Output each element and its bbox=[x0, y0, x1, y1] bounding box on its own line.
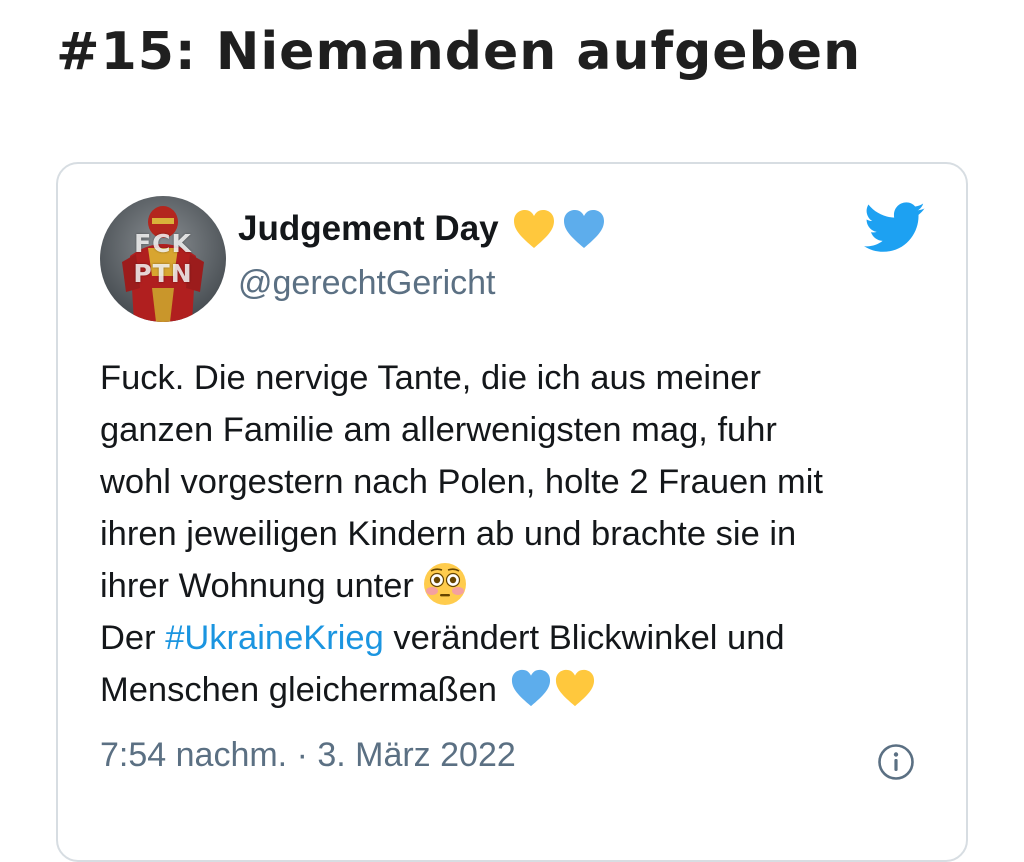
blue-heart-icon bbox=[563, 210, 604, 248]
tweet-text-segment: ihrer Wohnung unter bbox=[100, 567, 414, 605]
tweet-text: Fuck. Die nervige Tante, die ich aus mei… bbox=[100, 352, 950, 716]
tweet-text-segment: Der bbox=[100, 619, 166, 657]
twitter-bird-icon[interactable] bbox=[864, 202, 926, 254]
page-title: #15: Niemanden aufgeben bbox=[56, 22, 862, 82]
tweet-text-line: wohl vorgestern nach Polen, holte 2 Frau… bbox=[100, 463, 823, 501]
blue-heart-icon bbox=[511, 669, 551, 706]
tweet-text-line-with-emoji: ihrer Wohnung unter bbox=[100, 560, 950, 612]
author-handle[interactable]: @gerechtGericht bbox=[238, 264, 496, 303]
tweet-text-segment: verändert Blickwinkel und bbox=[383, 619, 785, 657]
tweet-timestamp[interactable]: 7:54 nachm. · 3. März 2022 bbox=[100, 736, 516, 775]
tweet-text-line: Fuck. Die nervige Tante, die ich aus mei… bbox=[100, 359, 761, 397]
info-icon[interactable] bbox=[876, 742, 916, 782]
avatar-text-line: PTN bbox=[133, 259, 193, 288]
tweet-text-line: ganzen Familie am allerwenigsten mag, fu… bbox=[100, 411, 777, 449]
tweet-text-line: ihren jeweiligen Kindern ab und brachte … bbox=[100, 515, 797, 553]
author-display-name[interactable]: Judgement Day bbox=[238, 209, 499, 249]
tweet-text-line-with-emoji: Menschen gleichermaßen bbox=[100, 664, 950, 716]
avatar[interactable]: FCK PTN bbox=[100, 196, 226, 322]
tweet-text-line-with-hashtag: Der #UkraineKrieg verändert Blickwinkel … bbox=[100, 612, 950, 664]
tweet-text-segment: Menschen gleichermaßen bbox=[100, 671, 497, 709]
author-name-row: Judgement Day bbox=[238, 208, 607, 250]
yellow-heart-icon bbox=[513, 210, 554, 248]
avatar-text-line: FCK bbox=[134, 229, 192, 258]
flushed-face-icon bbox=[423, 562, 466, 605]
hashtag-link[interactable]: #UkraineKrieg bbox=[165, 619, 384, 657]
yellow-heart-icon bbox=[555, 669, 595, 706]
embedded-tweet-card[interactable]: FCK PTN Judgement Day @gerechtGericht Fu… bbox=[56, 162, 968, 862]
